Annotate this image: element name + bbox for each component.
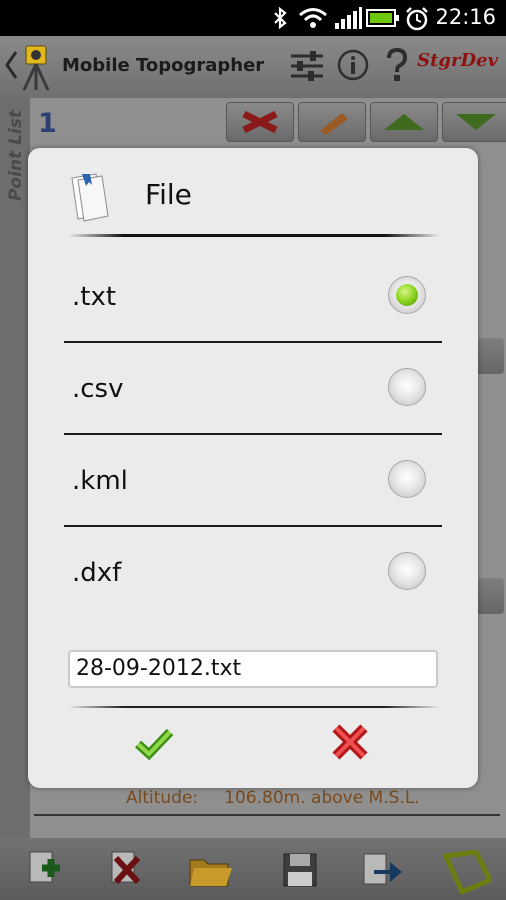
file-dialog: File .txt .csv .kml .dxf 28-09-2012.txt xyxy=(28,148,478,788)
add-point-icon[interactable] xyxy=(26,850,62,890)
radio-button[interactable] xyxy=(388,552,426,590)
option-label: .kml xyxy=(72,466,128,496)
status-clock: 22:16 xyxy=(435,5,496,29)
dialog-title: File xyxy=(145,178,192,211)
partial-button xyxy=(474,578,504,614)
move-up-icon xyxy=(384,114,424,130)
divider xyxy=(34,814,500,816)
point-number: 1 xyxy=(38,108,57,139)
open-folder-icon[interactable] xyxy=(188,850,232,890)
polygon-icon[interactable] xyxy=(442,850,492,894)
radio-button[interactable] xyxy=(388,368,426,406)
delete-point-icon[interactable] xyxy=(108,850,144,890)
info-icon[interactable] xyxy=(336,48,370,82)
app-title: Mobile Topographer xyxy=(62,55,265,76)
altitude-value: 106.80m. above M.S.L. xyxy=(224,788,420,808)
edit-icon xyxy=(320,113,348,135)
checkmark-icon[interactable] xyxy=(134,726,174,760)
export-icon[interactable] xyxy=(360,850,404,890)
action-bar: Mobile Topographer StgrDev xyxy=(0,36,506,98)
status-bar: 22:16 xyxy=(0,0,506,36)
file-icon xyxy=(71,173,109,222)
option-kml[interactable]: .kml xyxy=(64,434,442,527)
radio-selected-dot xyxy=(396,284,418,306)
settings-sliders-icon[interactable] xyxy=(288,48,326,84)
edit-point-button[interactable] xyxy=(298,102,366,142)
option-label: .csv xyxy=(72,374,124,404)
side-tab-label: Point List xyxy=(6,110,26,202)
wifi-icon xyxy=(299,8,327,28)
option-label: .dxf xyxy=(72,558,122,588)
radio-button[interactable] xyxy=(388,276,426,314)
signal-icon xyxy=(335,7,362,29)
side-tab-point-list[interactable]: Point List xyxy=(0,98,30,838)
delete-point-button[interactable] xyxy=(226,102,294,142)
bottom-toolbar xyxy=(0,838,506,900)
move-down-button[interactable] xyxy=(442,102,506,142)
delete-icon xyxy=(242,110,278,134)
app-total-station-icon[interactable] xyxy=(16,42,56,92)
footer-divider xyxy=(68,706,440,708)
brand-logo: StgrDev xyxy=(417,50,498,71)
radio-button[interactable] xyxy=(388,460,426,498)
filename-input[interactable]: 28-09-2012.txt xyxy=(68,650,438,688)
save-icon[interactable] xyxy=(280,850,320,890)
altitude-label: Altitude: xyxy=(126,788,199,808)
option-dxf[interactable]: .dxf xyxy=(64,526,442,618)
bluetooth-icon xyxy=(274,6,287,30)
option-csv[interactable]: .csv xyxy=(64,342,442,435)
move-up-button[interactable] xyxy=(370,102,438,142)
alarm-icon xyxy=(406,7,428,31)
partial-button xyxy=(474,338,504,374)
point-toolbar xyxy=(226,102,506,142)
altitude-row: Altitude: 106.80m. above M.S.L. xyxy=(126,788,420,808)
move-down-icon xyxy=(456,114,496,130)
cancel-x-icon[interactable] xyxy=(330,722,370,762)
battery-icon xyxy=(366,9,399,27)
option-txt[interactable]: .txt xyxy=(64,250,442,343)
help-icon[interactable] xyxy=(384,48,410,82)
option-label: .txt xyxy=(72,282,117,312)
title-divider xyxy=(68,234,440,237)
